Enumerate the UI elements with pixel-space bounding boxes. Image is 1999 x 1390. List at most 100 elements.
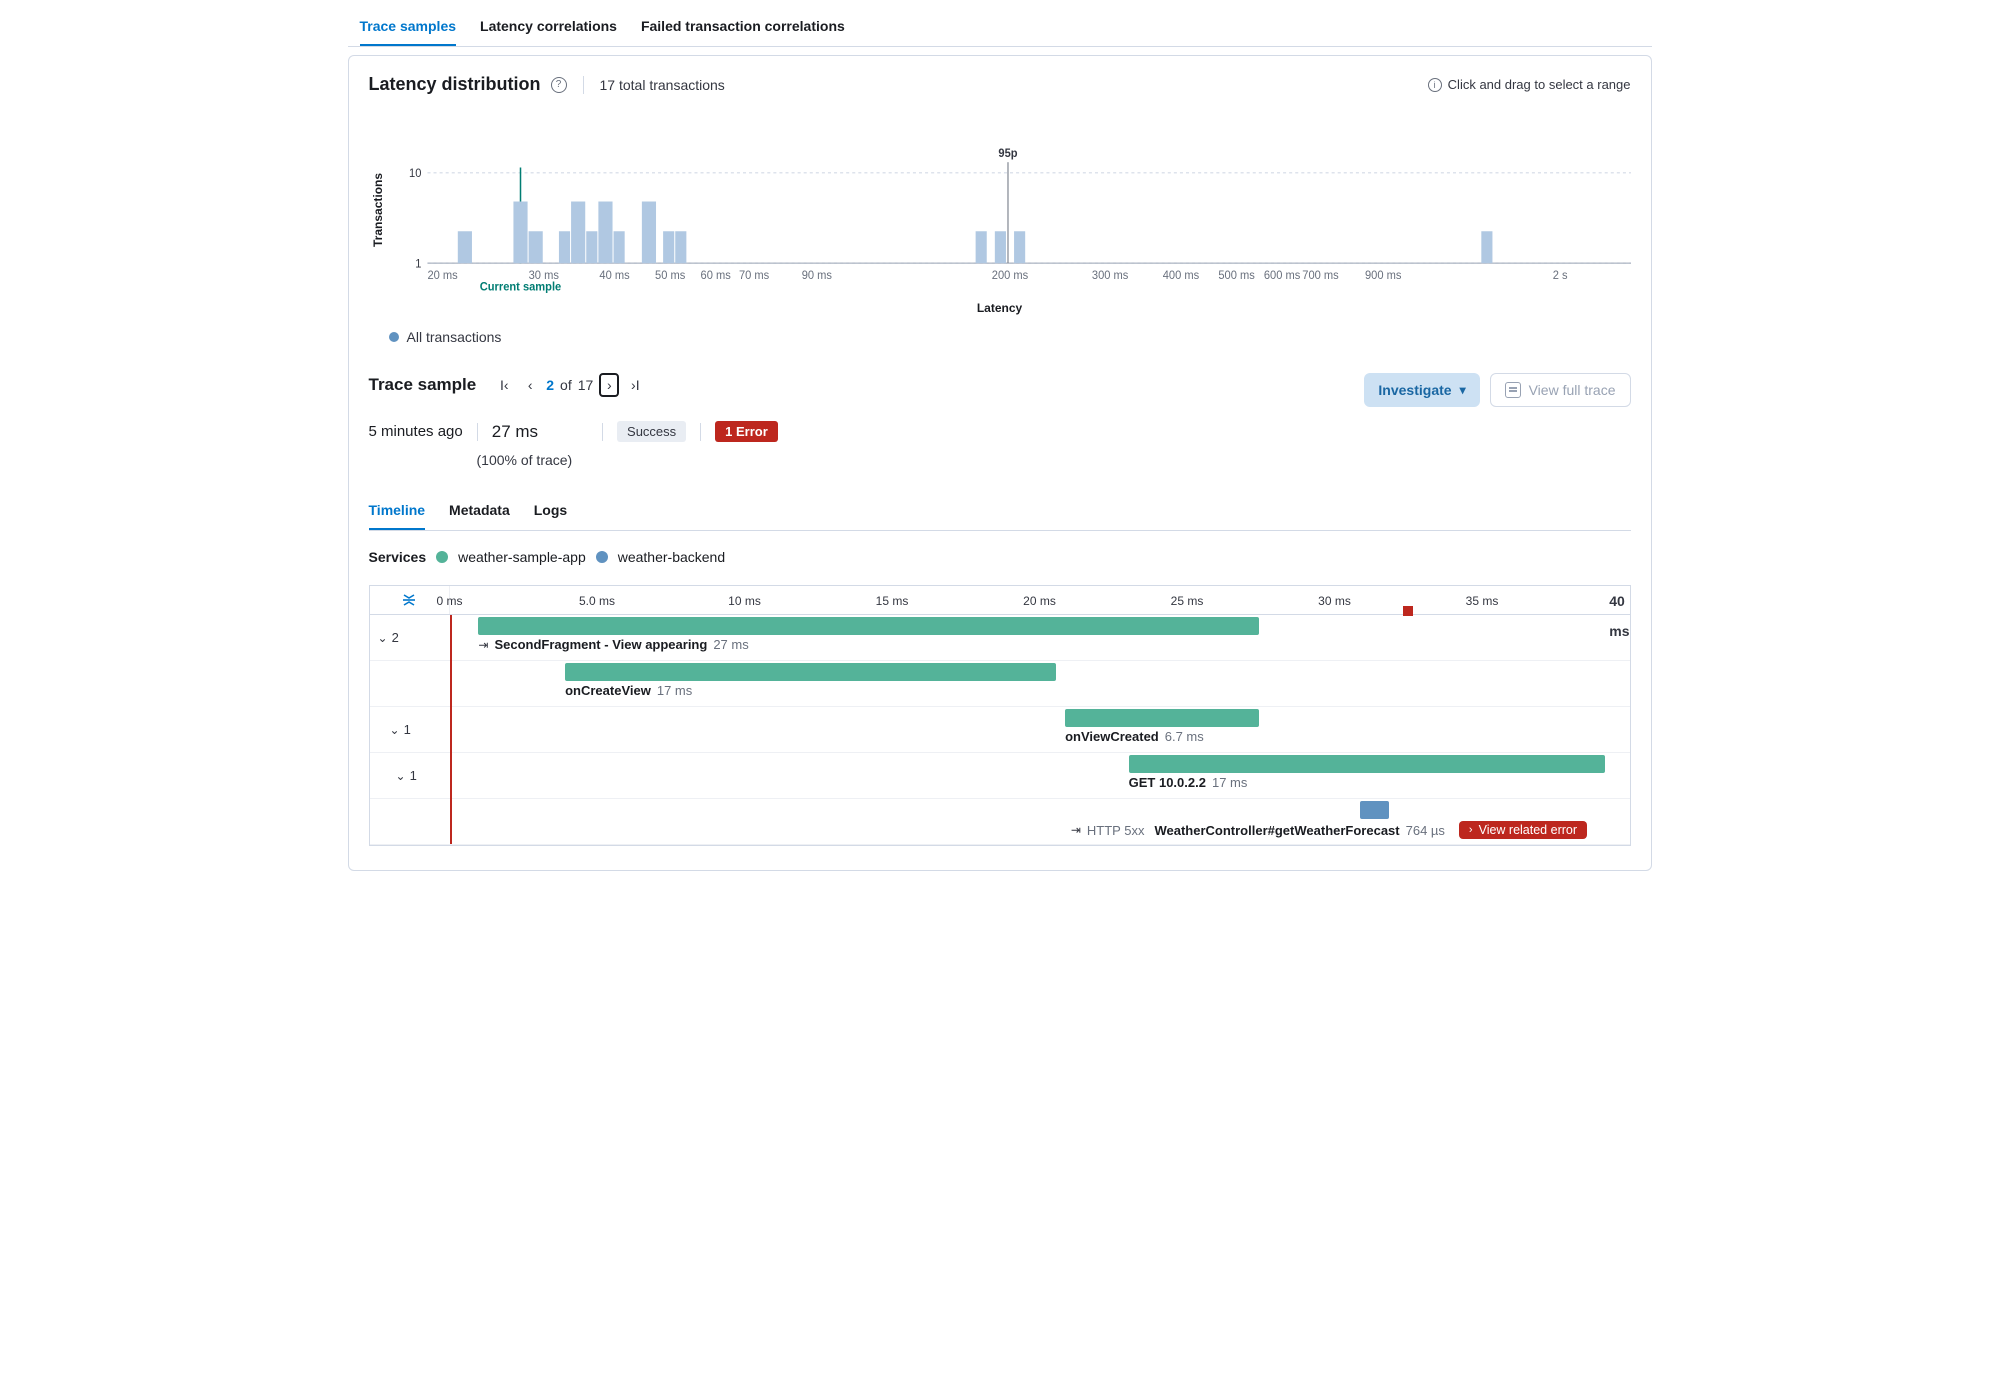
legend-all-transactions[interactable]: All transactions	[407, 329, 502, 345]
status-badge: Success	[617, 421, 686, 442]
pager-first-button[interactable]: I‹	[494, 373, 514, 397]
waterfall-row[interactable]: ⌄1 onViewCreated6.7 ms	[370, 707, 1630, 753]
pager-current: 2	[546, 377, 554, 393]
waterfall-row[interactable]: onCreateView 17 ms	[370, 661, 1630, 707]
services-legend: Services weather-sample-app weather-back…	[369, 549, 1631, 565]
help-icon[interactable]: ?	[551, 77, 567, 93]
pager-last-button[interactable]: ›I	[625, 373, 645, 397]
chevron-down-icon: ⌄	[396, 769, 406, 783]
document-icon	[1505, 382, 1521, 398]
trace-pager: I‹ ‹ 2 of 17 › ›I	[494, 373, 645, 397]
service-name-0[interactable]: weather-sample-app	[458, 549, 586, 565]
view-full-trace-button[interactable]: View full trace	[1490, 373, 1631, 407]
range-hint: i Click and drag to select a range	[1428, 77, 1631, 92]
latency-dist-title: Latency distribution	[369, 74, 541, 95]
svg-text:2 s: 2 s	[1552, 270, 1567, 282]
span-duration: 27 ms	[713, 637, 748, 652]
trace-age: 5 minutes ago	[369, 423, 463, 440]
row-gutter	[370, 799, 450, 844]
ruler-tick: 0 ms	[436, 586, 462, 616]
svg-text:50 ms: 50 ms	[655, 270, 686, 282]
tab-failed-transaction-correlations[interactable]: Failed transaction correlations	[641, 8, 845, 46]
trace-percent: (100% of trace)	[477, 452, 1631, 468]
svg-text:700 ms: 700 ms	[1302, 270, 1339, 282]
error-vline	[450, 615, 452, 844]
main-panel: Latency distribution ? 17 total transact…	[348, 55, 1652, 871]
span-name: GET 10.0.2.2	[1129, 775, 1206, 790]
span-label: ⇥ SecondFragment - View appearing 27 ms	[478, 637, 748, 652]
span-label: ⇥ HTTP 5xx WeatherController#getWeatherFor…	[1071, 821, 1587, 839]
svg-text:1: 1	[415, 258, 421, 270]
svg-text:300 ms: 300 ms	[1091, 270, 1128, 282]
ruler-tick: 5.0 ms	[579, 586, 615, 616]
waterfall-row[interactable]: ⇥ HTTP 5xx WeatherController#getWeatherFor…	[370, 799, 1630, 845]
view-related-error-button[interactable]: ›View related error	[1459, 821, 1587, 839]
ruler-tick: 10 ms	[728, 586, 761, 616]
investigate-button[interactable]: Investigate ▾	[1364, 373, 1479, 407]
row-gutter[interactable]: ⌄1	[370, 707, 450, 752]
pager-total: 17	[578, 377, 594, 393]
service-dot-weather-sample-app	[436, 551, 448, 563]
svg-text:90 ms: 90 ms	[801, 270, 832, 282]
top-tabs: Trace samples Latency correlations Faile…	[348, 8, 1652, 47]
ruler-tick: 20 ms	[1023, 586, 1056, 616]
row-gutter[interactable]: ⌄1	[370, 753, 450, 798]
span-name: WeatherController#getWeatherForecast	[1154, 823, 1399, 838]
svg-text:900 ms: 900 ms	[1364, 270, 1401, 282]
svg-text:600 ms: 600 ms	[1263, 270, 1300, 282]
chevron-down-icon: ⌄	[378, 631, 388, 645]
collapse-all-icon[interactable]	[401, 592, 417, 608]
svg-text:70 ms: 70 ms	[739, 270, 770, 282]
legend-dot-all	[389, 332, 399, 342]
service-name-1[interactable]: weather-backend	[618, 549, 725, 565]
pager-next-button[interactable]: ›	[599, 373, 619, 397]
error-badge[interactable]: 1 Error	[715, 421, 778, 442]
svg-text:10: 10	[409, 168, 421, 180]
ruler-tick: 30 ms	[1318, 586, 1351, 616]
tab-metadata[interactable]: Metadata	[449, 492, 510, 530]
tab-logs[interactable]: Logs	[534, 492, 567, 530]
chart-ylabel: Transactions	[369, 125, 387, 295]
exit-span-icon: ⇥	[1071, 823, 1081, 837]
svg-text:60 ms: 60 ms	[700, 270, 731, 282]
chevron-down-icon: ⌄	[390, 723, 400, 737]
exit-span-icon: ⇥	[478, 638, 488, 652]
span-name: SecondFragment - View appearing	[494, 637, 707, 652]
span-name: onCreateView	[565, 683, 651, 698]
span-duration: 6.7 ms	[1165, 729, 1204, 744]
pager-prev-button[interactable]: ‹	[520, 373, 540, 397]
span-bar[interactable]	[565, 663, 1056, 681]
svg-text:Current sample: Current sample	[479, 282, 560, 294]
span-duration: 17 ms	[657, 683, 692, 698]
span-label: GET 10.0.2.217 ms	[1129, 775, 1248, 790]
span-bar[interactable]	[1360, 801, 1389, 819]
chart-xlabel: Latency	[369, 301, 1631, 315]
row-gutter	[370, 661, 450, 706]
tab-timeline[interactable]: Timeline	[369, 492, 426, 530]
span-bar[interactable]	[478, 617, 1258, 635]
total-transactions: 17 total transactions	[600, 77, 725, 93]
tab-trace-samples[interactable]: Trace samples	[360, 8, 457, 46]
child-count: 2	[392, 630, 399, 645]
chevron-right-icon: ›	[1469, 824, 1473, 836]
span-bar[interactable]	[1065, 709, 1259, 727]
svg-text:200 ms: 200 ms	[991, 270, 1028, 282]
latency-histogram[interactable]: 1 10 Current sample 95p	[387, 125, 1631, 295]
span-status: HTTP 5xx	[1087, 823, 1145, 838]
svg-text:40 ms: 40 ms	[599, 270, 630, 282]
ruler-tick: 25 ms	[1171, 586, 1204, 616]
ruler-tick: 15 ms	[876, 586, 909, 616]
tab-latency-correlations[interactable]: Latency correlations	[480, 8, 617, 46]
span-duration: 764 µs	[1406, 823, 1445, 838]
span-bar[interactable]	[1129, 755, 1606, 773]
ruler-tick: 35 ms	[1466, 586, 1499, 616]
span-label: onCreateView 17 ms	[565, 683, 692, 698]
waterfall-row[interactable]: ⌄1GET 10.0.2.217 ms	[370, 753, 1630, 799]
svg-text:500 ms: 500 ms	[1218, 270, 1255, 282]
row-gutter[interactable]: ⌄2	[370, 615, 450, 660]
child-count: 1	[410, 768, 417, 783]
waterfall-row[interactable]: ⌄2⇥SecondFragment - View appearing27 ms	[370, 615, 1630, 661]
span-label: onViewCreated6.7 ms	[1065, 729, 1204, 744]
chevron-down-icon: ▾	[1460, 383, 1466, 397]
info-icon: i	[1428, 78, 1442, 92]
